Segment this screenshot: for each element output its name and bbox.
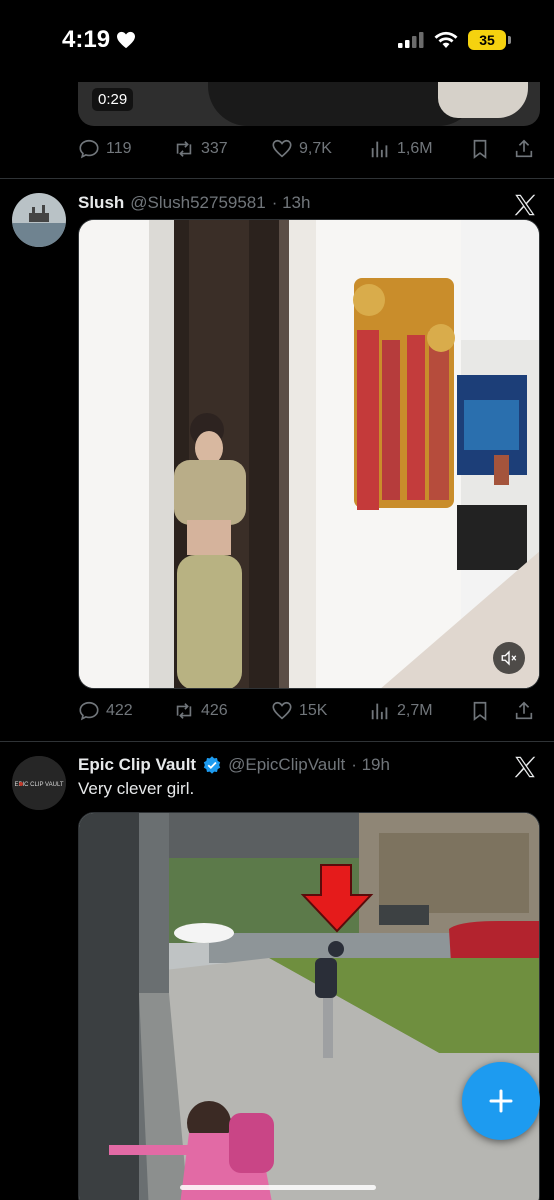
tweet-time[interactable]: · 19h (351, 755, 390, 775)
repost-icon (176, 703, 192, 719)
display-name[interactable]: Slush (78, 193, 124, 213)
analytics-icon (371, 703, 388, 720)
battery-level: 35 (479, 32, 495, 48)
home-indicator[interactable] (180, 1185, 376, 1190)
verified-badge-icon (203, 756, 221, 774)
avatar-image: EPIC CLIP VAULT (12, 756, 66, 810)
plus-icon (489, 1089, 513, 1113)
tweet-divider (0, 178, 554, 179)
status-indicators: 35 (398, 30, 511, 50)
like-button[interactable]: 9,7K (271, 138, 369, 160)
reply-icon (79, 139, 99, 159)
x-logo-icon[interactable] (512, 192, 538, 218)
x-logo-icon[interactable] (512, 754, 538, 780)
tweet-actions-top: 119 337 9,7K 1,6M (78, 135, 540, 163)
like-button[interactable]: 15K (271, 700, 369, 722)
heart-icon (117, 31, 136, 49)
views-button[interactable]: 2,7M (369, 700, 469, 722)
wifi-icon (434, 31, 458, 48)
video-player[interactable] (78, 219, 540, 689)
repost-icon (176, 141, 192, 157)
share-icon (515, 139, 533, 158)
tweet-header: Epic Clip Vault @EpicClipVault · 19h (78, 755, 390, 775)
avatar-image (12, 193, 66, 247)
display-name[interactable]: Epic Clip Vault (78, 755, 196, 775)
signal-icon (398, 32, 424, 48)
status-bar: 4:19 35 (0, 0, 554, 82)
repost-count: 426 (201, 702, 228, 719)
share-button[interactable] (513, 138, 537, 160)
video-player[interactable] (78, 812, 540, 1200)
view-count: 1,6M (397, 140, 433, 157)
video-frame (79, 220, 539, 688)
avatar[interactable]: EPIC CLIP VAULT (12, 756, 66, 810)
clock-text: 4:19 (62, 26, 111, 53)
tweet-header: Slush @Slush52759581 · 13h (78, 193, 310, 213)
repost-count: 337 (201, 140, 228, 157)
reply-icon (79, 701, 99, 721)
tweet-actions-slush: 422 426 15K 2,7M (78, 697, 540, 725)
video-frame (79, 813, 539, 1200)
like-count: 15K (299, 702, 328, 719)
compose-button[interactable] (462, 1062, 540, 1140)
user-handle[interactable]: @EpicClipVault (228, 755, 345, 775)
tweet-text: Very clever girl. (78, 779, 195, 798)
repost-button[interactable]: 426 (173, 700, 271, 722)
reply-count: 422 (106, 702, 133, 719)
bookmark-icon (473, 139, 487, 159)
mute-button[interactable] (493, 642, 525, 674)
reply-button[interactable]: 119 (78, 138, 173, 160)
tweet-time[interactable]: · 13h (272, 193, 311, 213)
user-handle[interactable]: @Slush52759581 (130, 193, 265, 213)
analytics-icon (371, 141, 388, 158)
battery-icon: 35 (468, 30, 511, 50)
bookmark-button[interactable] (469, 700, 513, 722)
bookmark-icon (473, 701, 487, 721)
status-time: 4:19 (62, 26, 136, 54)
avatar[interactable] (12, 193, 66, 247)
bookmark-button[interactable] (469, 138, 513, 160)
video-content-shape (438, 82, 528, 118)
heart-outline-icon (272, 139, 292, 158)
video-duration: 0:29 (92, 88, 134, 111)
speaker-muted-icon (501, 650, 517, 666)
heart-outline-icon (272, 701, 292, 720)
share-button[interactable] (513, 700, 537, 722)
views-button[interactable]: 1,6M (369, 138, 469, 160)
repost-button[interactable]: 337 (173, 138, 271, 160)
video-thumbnail-top[interactable] (78, 82, 540, 126)
tweet-divider (0, 741, 554, 742)
share-icon (515, 701, 533, 720)
like-count: 9,7K (299, 140, 332, 157)
view-count: 2,7M (397, 702, 433, 719)
reply-button[interactable]: 422 (78, 700, 173, 722)
reply-count: 119 (106, 140, 132, 157)
